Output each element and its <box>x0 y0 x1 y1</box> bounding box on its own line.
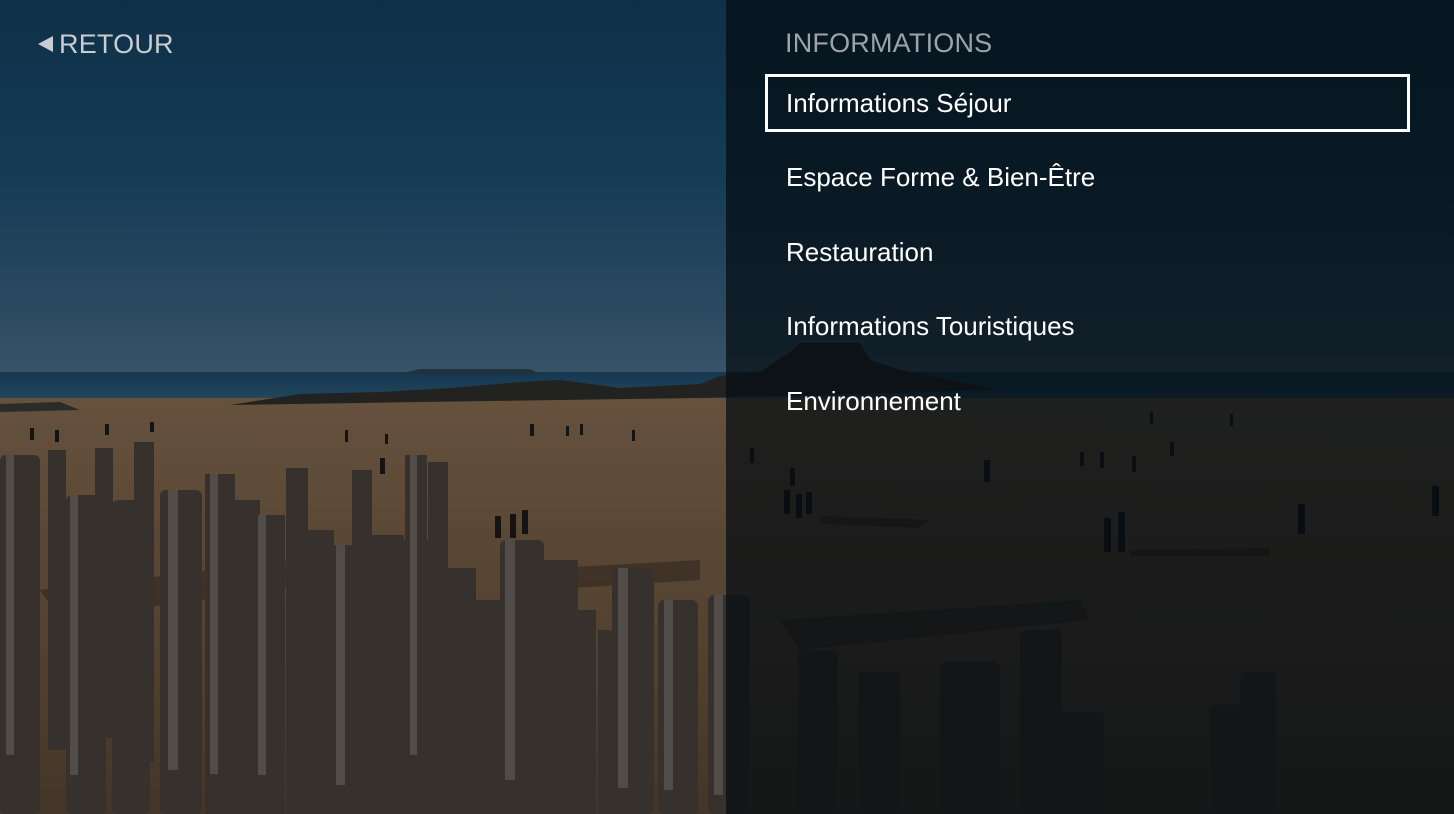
back-button-label: RETOUR <box>59 28 174 59</box>
menu-item-environnement[interactable]: Environnement <box>765 372 1410 430</box>
menu-item-restauration[interactable]: Restauration <box>765 223 1410 281</box>
menu-item-label: Espace Forme & Bien-Être <box>786 162 1096 192</box>
back-button[interactable]: RETOUR <box>38 28 174 60</box>
menu-item-label: Environnement <box>786 385 961 416</box>
menu-item-label: Informations Séjour <box>786 87 1012 118</box>
menu-item-informations-sejour[interactable]: Informations Séjour <box>765 74 1410 132</box>
information-menu: Informations Séjour Espace Forme & Bien-… <box>765 74 1410 447</box>
left-triangle-icon <box>38 36 53 52</box>
section-title: INFORMATIONS <box>785 28 993 58</box>
menu-item-label: Restauration <box>786 236 934 267</box>
menu-item-informations-touristiques[interactable]: Informations Touristiques <box>765 298 1410 356</box>
menu-item-label: Informations Touristiques <box>786 311 1075 341</box>
menu-item-espace-forme[interactable]: Espace Forme & Bien-Être <box>765 149 1410 207</box>
